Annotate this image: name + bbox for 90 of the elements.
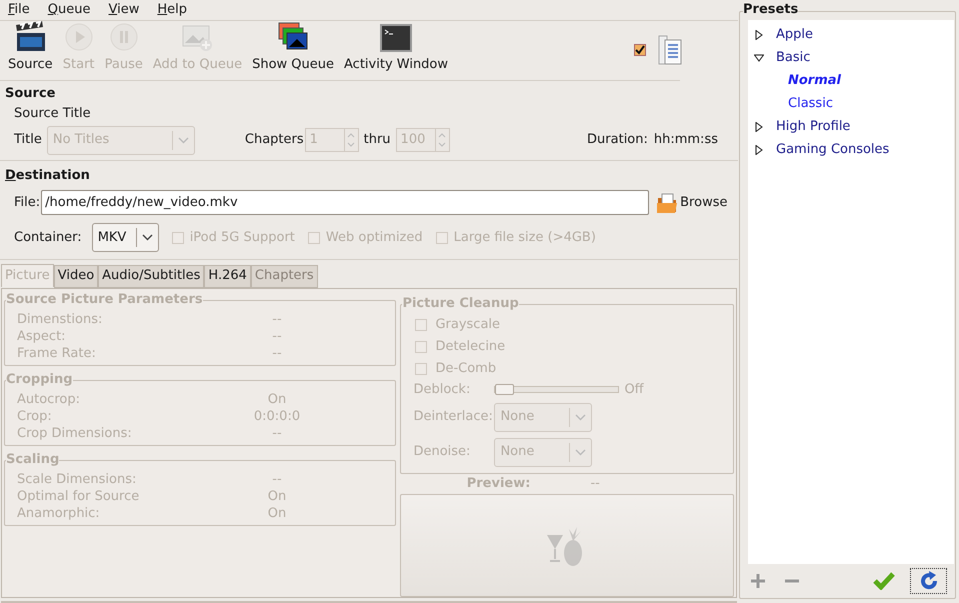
slider-reading: Off [624,380,644,399]
menu-item[interactable]: Help [157,0,188,20]
checkbox-label: De-Comb [435,360,496,378]
add-preset-button[interactable] [748,571,768,591]
group-title: Cropping [6,372,73,388]
property-value: On [266,504,288,520]
document-list-icon[interactable] [658,35,682,66]
folder-icon [656,192,678,214]
checkbox-label: Grayscale [435,316,500,334]
tab[interactable]: Video [54,264,98,288]
preset-folder[interactable]: Gaming Consoles [776,140,890,160]
checkbox-label: Web optimized [326,228,423,247]
property-label: Optimal for Source [17,488,140,504]
property-label: Dimenstions: [17,310,104,326]
field-label: Denoise: [413,443,472,462]
field-label: Deinterlace: [413,408,494,426]
section-heading: Source [5,85,56,103]
property-value: -- [271,344,283,360]
tab[interactable]: H.264 [204,264,251,288]
presets-toggle[interactable] [634,44,646,56]
checkbox-label: Detelecine [435,338,506,356]
file-path-field[interactable]: /home/freddy/new_video.mkv [41,190,650,215]
filter-checkbox[interactable] [415,362,428,374]
checkbox-label: iPod 5G Support [190,228,295,247]
field-label: File: [14,194,40,212]
property-label: Scale Dimensions: [17,470,138,486]
menu-item[interactable]: Queue [48,0,90,20]
property-label: Crop: [17,408,53,424]
preset-folder[interactable]: Basic [776,48,810,68]
chevron-down-icon [575,448,586,456]
stacked-pictures-icon [277,20,310,52]
container-select[interactable]: MKV [92,223,159,252]
preview-label: Preview: [466,475,530,494]
checkmark-icon [873,572,895,590]
preset-folder[interactable]: High Profile [776,116,850,136]
section-heading: Destination [5,167,91,185]
chevron-down-icon [575,414,586,420]
group-title: Scaling [6,452,60,468]
refresh-button[interactable] [910,568,947,594]
property-value: -- [271,470,283,486]
spin-arrows-icon [347,131,356,149]
terminal-icon [380,22,412,52]
tab[interactable]: Audio/Subtitles [98,264,204,288]
toolbar-button[interactable]: Activity Window [339,22,454,80]
property-value: On [266,390,288,406]
collapsed-arrow-icon[interactable] [754,144,764,154]
menu-item[interactable]: File [8,0,30,20]
spin-arrows-icon [438,131,446,149]
preset-folder[interactable]: Apple [776,24,814,44]
property-label: Crop Dimensions: [17,424,133,440]
expanded-arrow-icon[interactable] [754,52,764,62]
collapsed-arrow-icon[interactable] [754,30,764,40]
preview-value: -- [590,475,600,494]
toolbar-button[interactable]: Source [3,20,58,80]
duration-label: Duration: [587,131,648,150]
property-value: -- [271,424,283,440]
play-icon [62,20,95,52]
menu-item[interactable]: View [108,0,140,20]
filter-checkbox[interactable] [415,340,428,352]
chevron-down-icon [178,136,189,144]
property-value: On [266,488,288,504]
filter-checkbox[interactable] [415,318,428,330]
property-label: Frame Rate: [17,344,97,360]
property-value: -- [271,310,283,326]
duration-value: hh:mm:ss [654,131,718,150]
section-subheading: Source Title [13,104,92,122]
property-value: -- [271,328,283,344]
property-label: Autocrop: [17,390,81,406]
field-label: thru [364,131,391,150]
slider-thumb[interactable] [495,384,514,395]
toolbar-button[interactable]: Show Queue [247,20,340,80]
pause-icon [108,20,140,52]
field-label: Container: [14,228,82,247]
property-label: Anamorphic: [17,504,101,520]
checkbox-label: Large file size (>4GB) [454,228,596,247]
field-label: Chapters [244,131,304,150]
preset-item[interactable]: Classic [788,94,833,114]
browse-button[interactable]: Browse [656,192,728,214]
collapsed-arrow-icon[interactable] [754,122,764,132]
chevron-down-icon [142,234,153,241]
field-label: Title [14,131,42,150]
field-label: Deblock: [413,380,472,399]
plus-icon [750,573,766,589]
deblock-slider[interactable] [494,386,620,393]
property-label: Aspect: [17,328,67,344]
group-title: Picture Cleanup [402,296,519,312]
property-value: 0:0:0:0 [252,408,302,424]
minus-icon [784,579,800,583]
preset-item[interactable]: Normal [788,70,841,90]
refresh-icon [918,571,938,591]
